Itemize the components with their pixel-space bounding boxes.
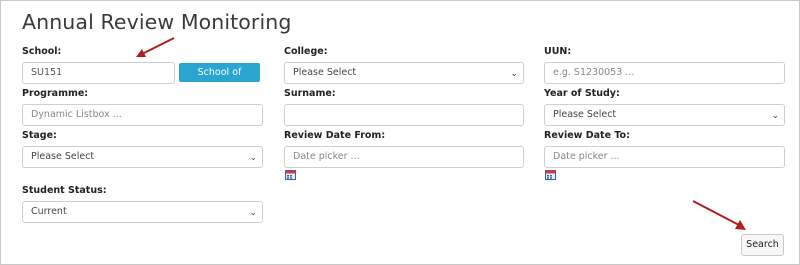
review-date-to-label: Review Date To: [544, 130, 630, 141]
annotation-arrow-icon [692, 200, 746, 230]
college-select[interactable]: Please Select ⌄ [284, 62, 524, 84]
programme-input[interactable]: Dynamic Listbox ... [22, 104, 263, 126]
page-title: Annual Review Monitoring [22, 10, 292, 34]
student-status-select[interactable]: Current ⌄ [22, 201, 263, 223]
chevron-down-icon: ⌄ [249, 208, 257, 218]
chevron-down-icon: ⌄ [249, 153, 257, 163]
surname-label: Surname: [284, 88, 336, 99]
student-status-select-value: Current [31, 206, 67, 217]
uun-label: UUN: [544, 46, 572, 57]
year-of-study-select[interactable]: Please Select ⌄ [544, 104, 785, 126]
year-of-study-select-value: Please Select [553, 109, 617, 120]
uun-input[interactable]: e.g. S1230053 ... [544, 62, 785, 84]
student-status-label: Student Status: [22, 185, 107, 196]
search-button[interactable]: Search [741, 234, 784, 256]
calendar-icon[interactable] [285, 170, 296, 180]
college-label: College: [284, 46, 328, 57]
calendar-icon[interactable] [545, 170, 556, 180]
annotation-arrow-icon [136, 37, 175, 57]
surname-input[interactable] [284, 104, 524, 126]
chevron-down-icon: ⌄ [510, 69, 518, 79]
stage-label: Stage: [22, 130, 57, 141]
school-name-badge: School of Divinity [179, 63, 260, 97]
review-date-from-input[interactable]: Date picker ... [284, 146, 524, 168]
programme-label: Programme: [22, 88, 89, 99]
school-label: School: [22, 46, 62, 57]
stage-select[interactable]: Please Select ⌄ [22, 146, 263, 168]
page-frame: Annual Review Monitoring School: SU151 S… [0, 0, 800, 265]
chevron-down-icon: ⌄ [771, 111, 779, 121]
college-select-value: Please Select [293, 67, 357, 78]
review-date-from-label: Review Date From: [284, 130, 386, 141]
stage-select-value: Please Select [31, 151, 95, 162]
review-date-to-input[interactable]: Date picker ... [544, 146, 785, 168]
year-of-study-label: Year of Study: [544, 88, 620, 99]
school-input[interactable]: SU151 [22, 62, 175, 84]
